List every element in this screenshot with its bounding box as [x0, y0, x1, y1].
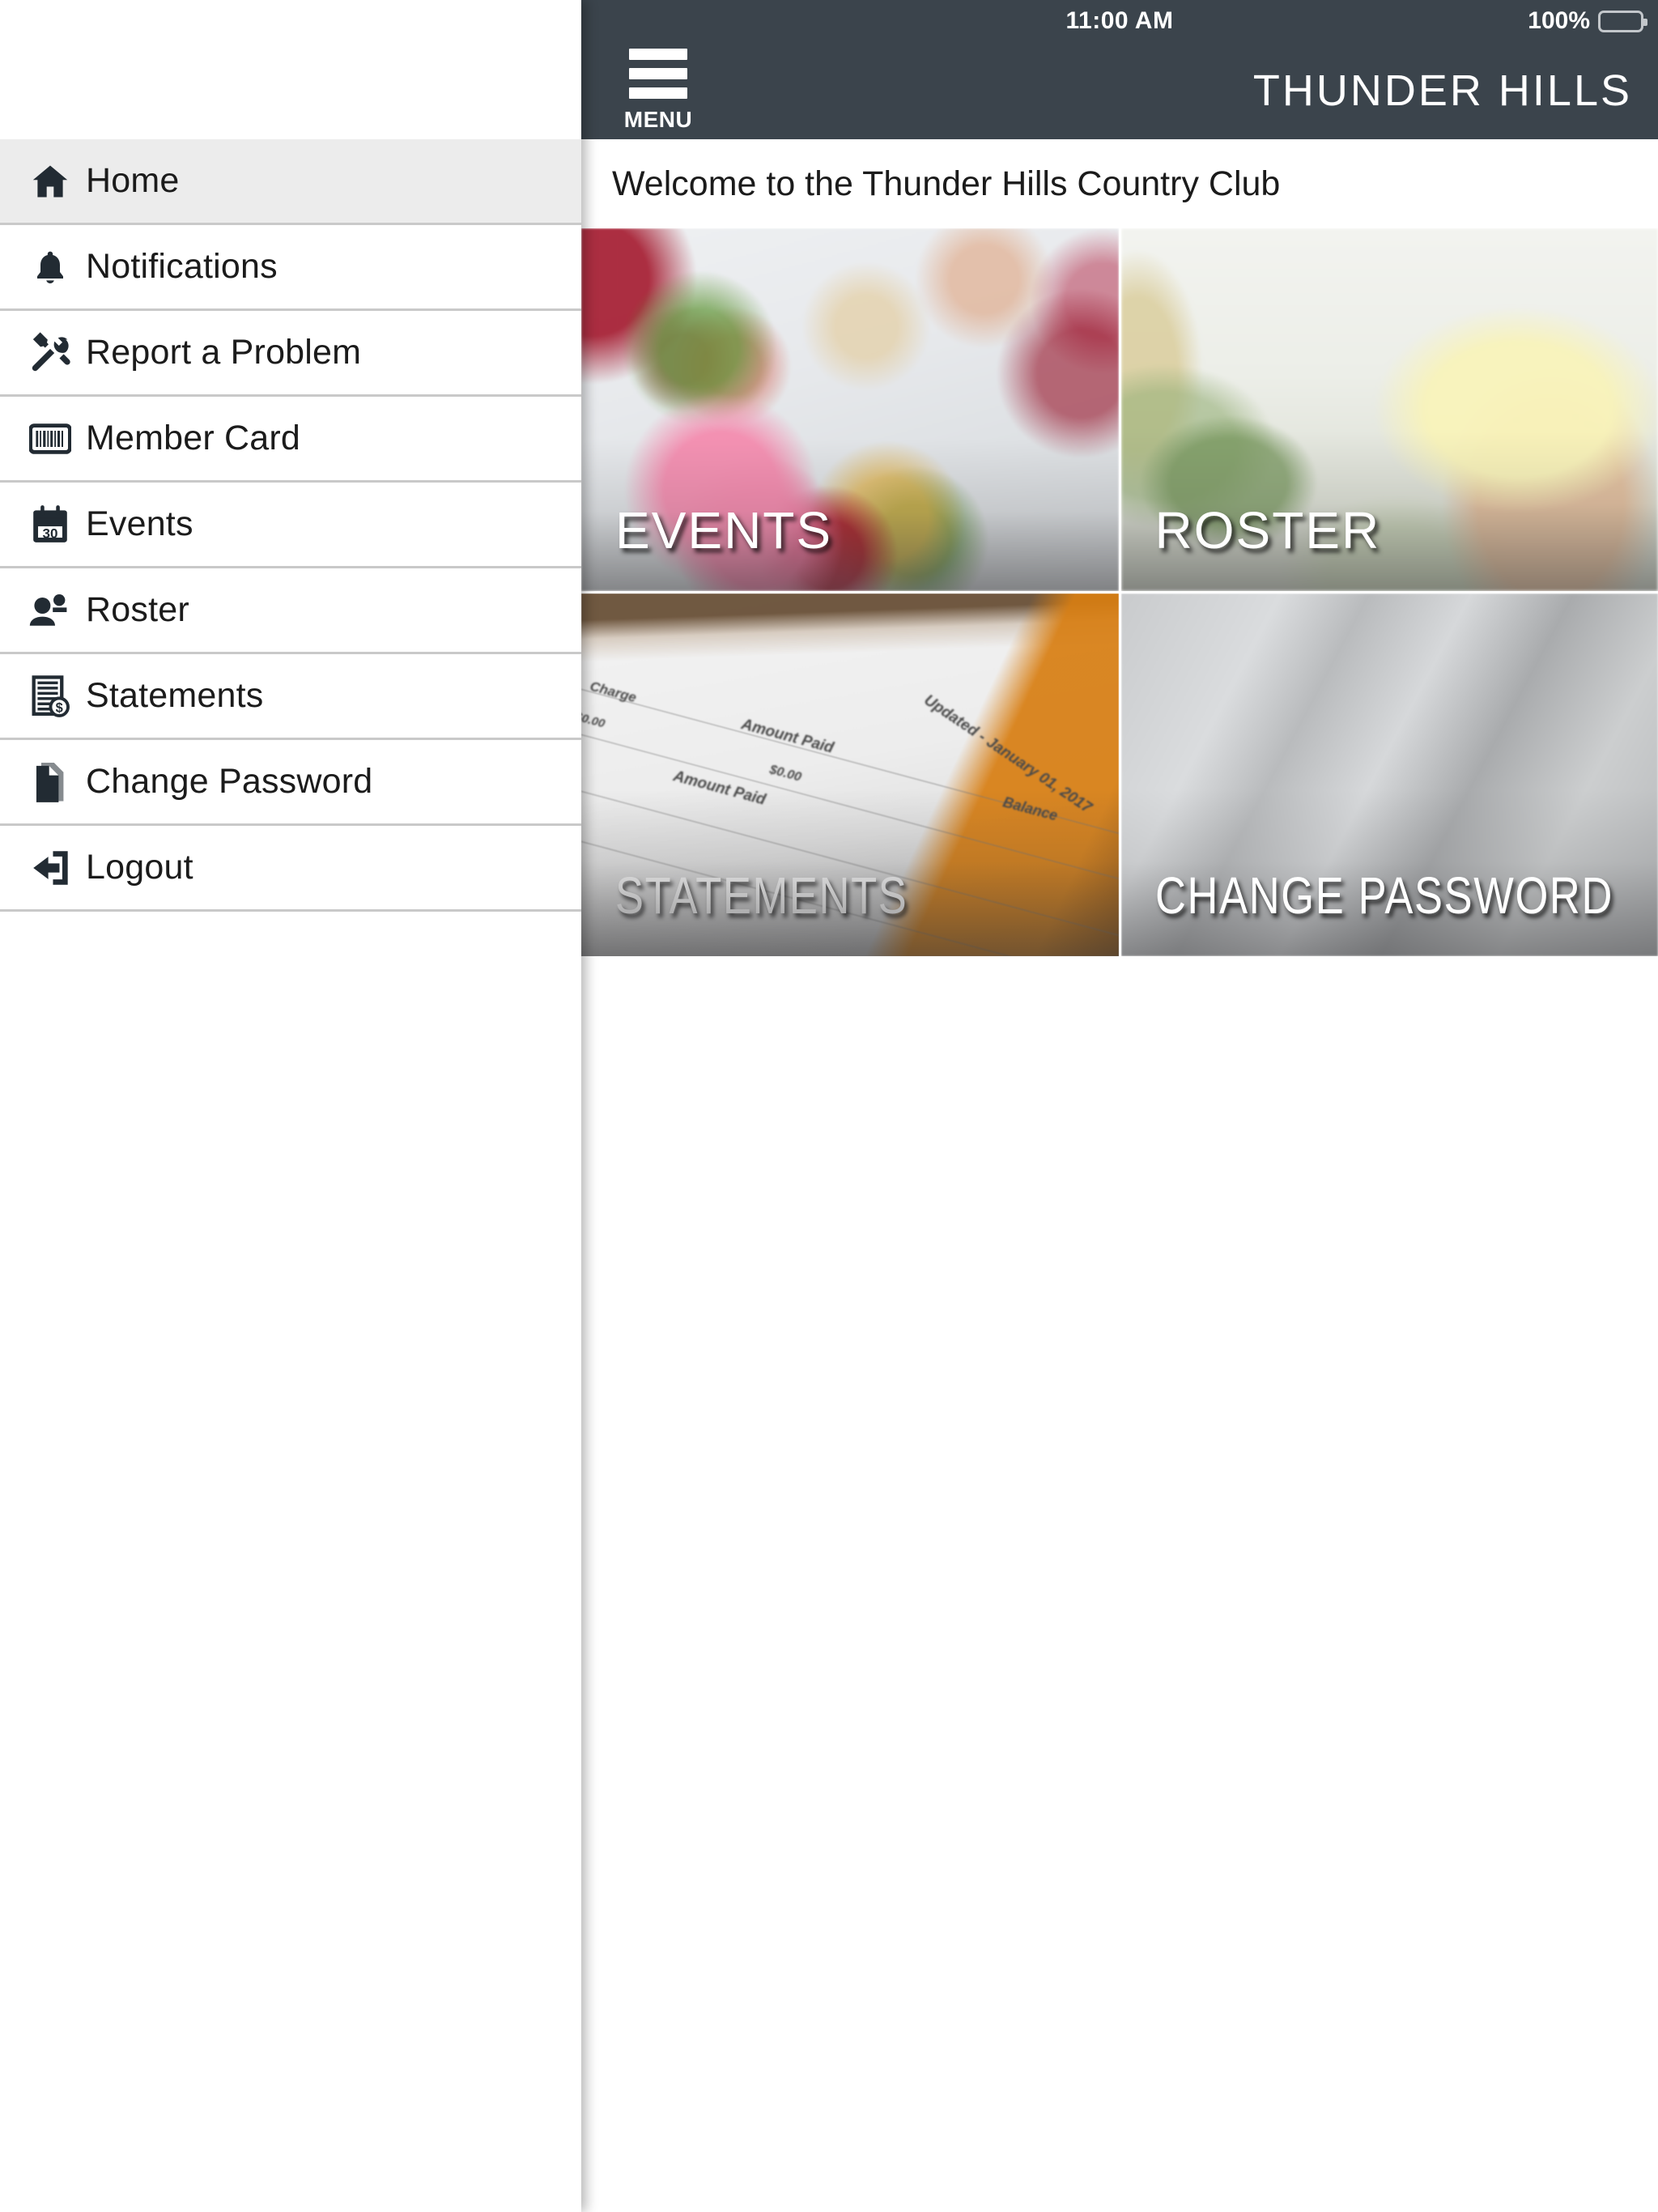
sidebar-item-change-password[interactable]: Change Password: [0, 740, 581, 826]
hamburger-menu-icon: [629, 49, 687, 60]
tile-statements-label: STATEMENTS: [615, 866, 908, 925]
status-bar: 11:00 AM 100%: [581, 0, 1658, 42]
sidebar-item-report-a-problem-label: Report a Problem: [86, 333, 362, 372]
svg-text:30: 30: [43, 525, 58, 541]
home-icon: [15, 160, 86, 202]
battery-full-icon: [1598, 10, 1647, 32]
tile-events-label: EVENTS: [615, 501, 833, 559]
status-right-group: 100%: [1528, 0, 1647, 42]
sidebar-item-member-card[interactable]: Member Card: [0, 397, 581, 483]
tools-icon: [15, 331, 86, 375]
calendar-30-icon: 30: [15, 504, 86, 546]
bell-icon: [15, 246, 86, 288]
sidebar-item-home[interactable]: Home: [0, 139, 581, 225]
statement-charge-amount: $0.00: [581, 709, 607, 731]
statement-amount-paid-value-1: $0.00: [767, 763, 803, 785]
statement-updated-date: Updated - January 01, 2017: [920, 691, 1095, 817]
page-title: THUNDER HILLS: [1252, 66, 1632, 115]
tile-change-password[interactable]: CHANGE PASSWORD: [1120, 593, 1658, 956]
sidebar-item-report-a-problem[interactable]: Report a Problem: [0, 311, 581, 397]
sidebar-item-logout-label: Logout: [86, 848, 193, 887]
drawer-top-spacer: [0, 0, 581, 139]
tile-statements[interactable]: Charge $0.00 Amount Paid $0.00 Amount Pa…: [581, 593, 1119, 956]
app-screen: 11:00 AM 100% MENU THUNDER HILLS Welcome…: [581, 0, 1658, 2212]
hamburger-menu-icon-bar2: [629, 68, 687, 79]
menu-label: MENU: [623, 107, 693, 132]
battery-percent-label: 100%: [1528, 7, 1590, 34]
statement-paper-rules: [581, 593, 1119, 956]
sidebar-item-roster[interactable]: Roster: [0, 568, 581, 654]
app-navigation-bar: MENU THUNDER HILLS: [581, 42, 1658, 139]
sidebar-item-member-card-label: Member Card: [86, 419, 301, 457]
statement-balance-label: Balance: [1001, 793, 1060, 824]
logout-arrow-icon: [15, 848, 86, 888]
hamburger-menu-icon-bar3: [629, 87, 687, 99]
document-dollar-icon: $: [15, 674, 86, 718]
status-time: 11:00 AM: [1065, 7, 1174, 34]
sidebar-item-change-password-label: Change Password: [86, 762, 373, 801]
sidebar-item-events[interactable]: 30 Events: [0, 483, 581, 568]
sidebar-item-notifications-label: Notifications: [86, 247, 278, 286]
people-icon: [15, 591, 86, 630]
sidebar-item-logout[interactable]: Logout: [0, 826, 581, 912]
sidebar-item-home-label: Home: [86, 161, 180, 200]
sidebar-item-statements[interactable]: $ Statements: [0, 654, 581, 740]
tile-roster-label: ROSTER: [1154, 501, 1381, 559]
sidebar-item-statements-label: Statements: [86, 676, 264, 715]
dashboard-tile-grid: EVENTS ROSTER Charge $0.00 Amount Paid $…: [581, 228, 1658, 956]
barcode-card-icon: [15, 423, 86, 455]
printed-statement-paper-photo: Charge $0.00 Amount Paid $0.00 Amount Pa…: [581, 593, 1119, 956]
welcome-message: Welcome to the Thunder Hills Country Clu…: [581, 139, 1658, 228]
sidebar-item-events-label: Events: [86, 504, 193, 543]
tile-events[interactable]: EVENTS: [581, 228, 1119, 591]
pages-icon: [15, 760, 86, 804]
navigation-drawer: Home Notifications Report a Problem Memb…: [0, 0, 581, 2212]
svg-text:$: $: [56, 700, 63, 715]
tile-change-password-label: CHANGE PASSWORD: [1154, 866, 1613, 925]
statement-amount-paid-label-1: Amount Paid: [739, 716, 836, 757]
sidebar-item-roster-label: Roster: [86, 590, 189, 629]
tile-roster[interactable]: ROSTER: [1120, 228, 1658, 591]
sidebar-item-notifications[interactable]: Notifications: [0, 225, 581, 311]
statement-amount-paid-label-2: Amount Paid: [671, 768, 768, 809]
empty-content-area: [581, 956, 1658, 2211]
statement-charge-label: Charge: [588, 678, 639, 706]
hamburger-menu-button[interactable]: MENU: [614, 49, 703, 133]
